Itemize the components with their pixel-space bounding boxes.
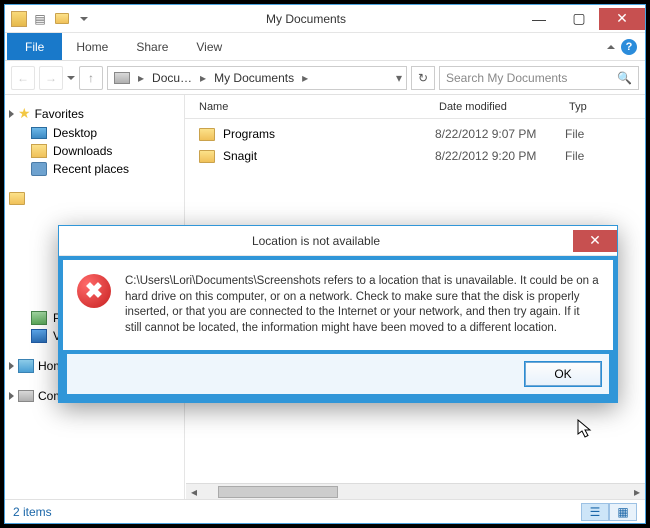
help-icon[interactable]: ? [621, 39, 637, 55]
breadcrumb-seg[interactable]: My Documents [210, 71, 298, 85]
libraries-group[interactable] [9, 190, 180, 207]
star-icon: ★ [18, 105, 31, 122]
folder-icon [199, 150, 215, 163]
col-date[interactable]: Date modified [435, 101, 565, 113]
breadcrumb[interactable]: ▸ Docu… ▸ My Documents ▸ ▾ [107, 66, 407, 90]
file-row[interactable]: Programs 8/22/2012 9:07 PM File [185, 123, 645, 145]
details-view-button[interactable]: ☰ [581, 503, 609, 521]
expand-icon [9, 362, 14, 370]
col-type[interactable]: Typ [565, 101, 645, 113]
title-bar: ▤ My Documents — ▢ ✕ [5, 5, 645, 33]
desktop-icon [31, 127, 47, 139]
chevron-right-icon[interactable]: ▸ [136, 71, 146, 85]
ribbon-collapse-icon[interactable] [607, 45, 615, 49]
tab-share[interactable]: Share [122, 33, 182, 60]
expand-icon [9, 392, 14, 400]
homegroup-icon [18, 359, 34, 373]
tab-home[interactable]: Home [62, 33, 122, 60]
chevron-right-icon[interactable]: ▸ [300, 71, 310, 85]
icons-view-button[interactable]: ▦ [609, 503, 637, 521]
back-button[interactable]: ← [11, 66, 35, 90]
status-bar: 2 items ☰ ▦ [5, 499, 645, 523]
refresh-button[interactable]: ↻ [411, 66, 435, 90]
qat-properties-icon[interactable]: ▤ [31, 10, 49, 28]
breadcrumb-dropdown-icon[interactable]: ▾ [394, 71, 404, 85]
dialog-close-button[interactable]: ✕ [573, 230, 617, 252]
close-button[interactable]: ✕ [599, 8, 645, 30]
nav-recent[interactable]: Recent places [9, 160, 180, 178]
dialog-title: Location is not available [59, 234, 573, 248]
navigation-row: ← → ↑ ▸ Docu… ▸ My Documents ▸ ▾ ↻ Searc… [5, 61, 645, 95]
scroll-left-icon[interactable]: ◂ [186, 485, 202, 499]
file-row[interactable]: Snagit 8/22/2012 9:20 PM File [185, 145, 645, 167]
ok-button[interactable]: OK [525, 362, 601, 386]
history-dropdown-icon[interactable] [67, 76, 75, 80]
search-icon: 🔍 [617, 71, 632, 85]
qat-dropdown-icon[interactable] [75, 10, 93, 28]
chevron-right-icon[interactable]: ▸ [198, 71, 208, 85]
pictures-icon [31, 311, 47, 325]
search-input[interactable]: Search My Documents 🔍 [439, 66, 639, 90]
location-icon [114, 72, 130, 84]
column-headers: Name Date modified Typ [185, 95, 645, 119]
tab-view[interactable]: View [182, 33, 236, 60]
nav-desktop[interactable]: Desktop [9, 124, 180, 142]
folder-icon [199, 128, 215, 141]
nav-downloads[interactable]: Downloads [9, 142, 180, 160]
forward-button[interactable]: → [39, 66, 63, 90]
horizontal-scrollbar[interactable]: ◂ ▸ [186, 483, 645, 499]
favorites-group[interactable]: ★ Favorites [9, 103, 180, 124]
scroll-thumb[interactable] [218, 486, 338, 498]
expand-icon [9, 110, 14, 118]
item-count: 2 items [13, 505, 52, 519]
up-button[interactable]: ↑ [79, 66, 103, 90]
window-title: My Documents [93, 12, 519, 26]
favorites-label: Favorites [35, 107, 84, 121]
scroll-right-icon[interactable]: ▸ [629, 485, 645, 499]
folder-icon [9, 192, 25, 205]
file-tab[interactable]: File [7, 33, 62, 60]
minimize-button[interactable]: — [519, 8, 559, 30]
recent-icon [31, 162, 47, 176]
maximize-button[interactable]: ▢ [559, 8, 599, 30]
error-icon: ✖ [77, 274, 111, 308]
ribbon-tabs: File Home Share View ? [5, 33, 645, 61]
qat-newfolder-icon[interactable] [53, 10, 71, 28]
app-icon [11, 11, 27, 27]
error-dialog: Location is not available ✕ ✖ C:\Users\L… [58, 225, 618, 403]
computer-icon [18, 390, 34, 402]
videos-icon [31, 329, 47, 343]
downloads-icon [31, 144, 47, 158]
col-name[interactable]: Name [185, 101, 435, 113]
breadcrumb-seg[interactable]: Docu… [148, 71, 196, 85]
search-placeholder: Search My Documents [446, 71, 567, 85]
dialog-message: C:\Users\Lori\Documents\Screenshots refe… [125, 274, 599, 336]
